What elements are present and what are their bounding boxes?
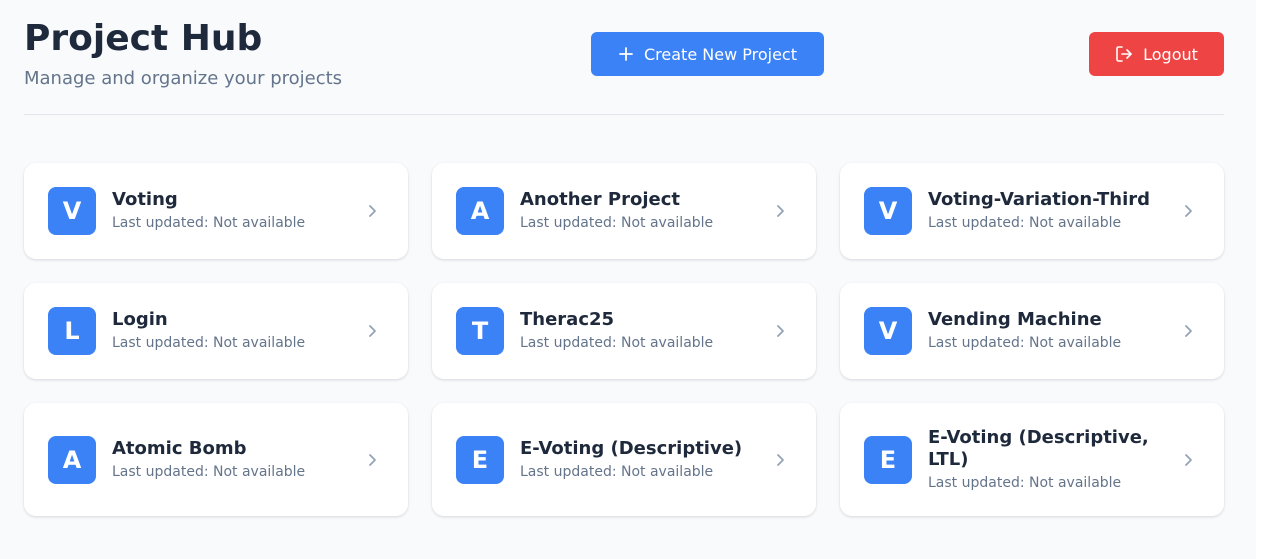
project-name: Atomic Bomb <box>112 437 247 459</box>
project-name: E-Voting (Descriptive) <box>520 437 743 459</box>
project-info: Another Project Last updated: Not availab… <box>520 189 756 233</box>
project-name: E-Voting (Descriptive, LTL) <box>928 426 1149 470</box>
project-card[interactable]: V Voting Last updated: Not available <box>24 163 408 259</box>
project-avatar: E <box>864 435 912 484</box>
chevron-right-icon <box>1180 452 1196 468</box>
page-header: Project Hub Manage and organize your pro… <box>24 0 1224 115</box>
project-last-updated: Last updated: Not available <box>520 463 714 480</box>
chevron-right-icon <box>772 452 788 468</box>
project-info: Login Last updated: Not available <box>112 309 348 353</box>
project-last-updated: Last updated: Not available <box>928 335 1122 351</box>
project-last-updated: Last updated: Not available <box>112 215 306 231</box>
project-last-updated: Last updated: Not available <box>112 335 306 351</box>
project-name: Another Project <box>520 189 680 210</box>
project-info: Vending Machine Last updated: Not availab… <box>928 309 1164 353</box>
chevron-right-icon <box>772 203 788 219</box>
create-new-project-label: Create New Project <box>644 44 797 64</box>
logout-icon <box>1115 45 1133 63</box>
project-avatar: E <box>456 435 504 484</box>
create-new-project-button[interactable]: Create New Project <box>591 32 824 76</box>
project-card[interactable]: A Another Project Last updated: Not availa… <box>432 163 816 259</box>
project-name: Therac25 <box>520 309 615 330</box>
project-name: Voting <box>112 189 178 210</box>
project-last-updated: Last updated: Not available <box>112 463 306 480</box>
project-avatar: A <box>48 435 96 484</box>
page: Project Hub Manage and organize your pro… <box>0 0 1256 559</box>
project-info: Therac25 Last updated: Not available <box>520 309 756 353</box>
project-avatar: V <box>864 307 912 355</box>
project-name: Vending Machine <box>928 309 1102 330</box>
chevron-right-icon <box>364 452 380 468</box>
project-info: E-Voting (Descriptive, LTL) Last updated:… <box>928 427 1164 493</box>
project-info: Voting Last updated: Not available <box>112 189 348 233</box>
project-avatar: V <box>48 187 96 235</box>
chevron-right-icon <box>364 203 380 219</box>
project-card[interactable]: L Login Last updated: Not available <box>24 283 408 379</box>
project-info: Voting-Variation-Third Last updated: Not … <box>928 189 1164 233</box>
project-name: Voting-Variation-Third <box>928 189 1151 210</box>
project-info: Atomic Bomb Last updated: Not available <box>112 438 348 482</box>
project-card[interactable]: V Vending Machine Last updated: Not availa… <box>840 283 1224 379</box>
project-avatar: L <box>48 307 96 355</box>
chevron-right-icon <box>1180 323 1196 339</box>
project-last-updated: Last updated: Not available <box>520 335 714 351</box>
project-last-updated: Last updated: Not available <box>928 474 1122 491</box>
project-avatar: A <box>456 187 504 235</box>
project-card[interactable]: V Voting-Variation-Third Last updated: Not… <box>840 163 1224 259</box>
plus-icon <box>618 46 634 62</box>
scrollbar-track[interactable] <box>1256 0 1270 559</box>
logout-button[interactable]: Logout <box>1089 32 1224 76</box>
project-name: Login <box>112 309 168 330</box>
chevron-right-icon <box>772 323 788 339</box>
page-title: Project Hub <box>24 18 263 59</box>
project-last-updated: Last updated: Not available <box>520 215 714 231</box>
project-info: E-Voting (Descriptive) Last updated: Not … <box>520 438 756 482</box>
project-card[interactable]: T Therac25 Last updated: Not available <box>432 283 816 379</box>
project-last-updated: Last updated: Not available <box>928 215 1122 231</box>
project-card[interactable]: A Atomic Bomb Last updated: Not available <box>24 403 408 516</box>
project-card[interactable]: E E-Voting (Descriptive) Last updated: Not… <box>432 403 816 516</box>
page-subtitle: Manage and organize your projects <box>24 68 343 89</box>
project-avatar: T <box>456 307 504 355</box>
project-avatar: V <box>864 187 912 235</box>
project-card[interactable]: E E-Voting (Descriptive, LTL) Last updated… <box>840 403 1224 516</box>
chevron-right-icon <box>1180 203 1196 219</box>
chevron-right-icon <box>364 323 380 339</box>
logout-label: Logout <box>1143 44 1198 64</box>
